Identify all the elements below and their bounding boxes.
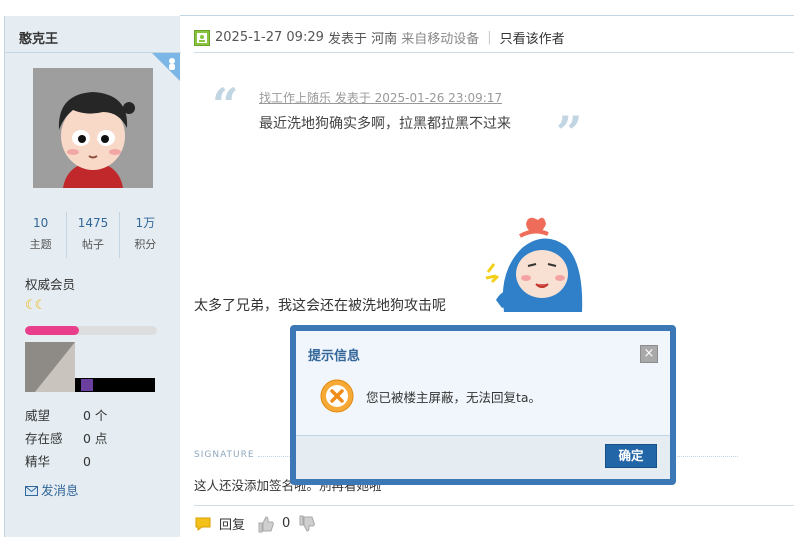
- dialog-footer: 确定: [296, 435, 670, 479]
- stat-label: 主题: [29, 238, 52, 251]
- prop-value: 0: [83, 454, 91, 469]
- post-author-icon: [194, 29, 210, 46]
- quote-open-icon: “: [212, 78, 239, 132]
- forum-post-page: 憨克王 10 主题 1475 帖子 1万 积分 权威会员 ☾☾ 威望 0 个 存…: [0, 0, 794, 537]
- author-only-link[interactable]: 只看该作者: [500, 28, 565, 47]
- stat-label: 帖子: [81, 238, 104, 251]
- level-moon-icon: ☾☾: [25, 298, 46, 313]
- post-actions: 回复 0: [194, 514, 316, 533]
- dialog-message: 您已被楼主屏蔽，无法回复ta。: [366, 390, 542, 405]
- avatar[interactable]: [33, 68, 153, 188]
- reply-icon: [195, 517, 211, 531]
- posted-at-label: 发表于: [328, 32, 368, 47]
- medal-icon: [81, 379, 93, 391]
- post-location: 河南: [371, 32, 398, 47]
- info-dialog: 提示信息 × 您已被楼主屏蔽，无法回复ta。 确定: [290, 325, 676, 485]
- stat-value: 10: [33, 216, 49, 230]
- avatar-image: [33, 68, 153, 188]
- online-status-icon: [152, 53, 180, 81]
- author-sidebar: 憨克王 10 主题 1475 帖子 1万 积分 权威会员 ☾☾ 威望 0 个 存…: [4, 16, 181, 537]
- medal-strip[interactable]: [75, 378, 155, 392]
- dialog-title: 提示信息: [308, 349, 361, 364]
- like-count: 0: [282, 516, 291, 531]
- prop-key: 威望: [25, 408, 51, 423]
- divider: [194, 505, 794, 506]
- prop-key: 精华: [25, 454, 51, 469]
- quote-source-link[interactable]: 找工作上随乐 发表于 2025-01-26 23:09:17: [259, 89, 502, 106]
- user-group[interactable]: 权威会员: [25, 274, 75, 293]
- quote-text: 最近洗地狗确实多啊，拉黑都拉黑不过来: [259, 116, 511, 132]
- prop-row: 存在感 0 点: [25, 427, 107, 450]
- from-mobile-link[interactable]: 来自移动设备: [401, 28, 479, 47]
- medal-image[interactable]: [25, 342, 75, 392]
- stat-posts[interactable]: 1475 帖子: [67, 212, 120, 258]
- divider: [194, 52, 794, 53]
- reply-button[interactable]: 回复: [219, 514, 245, 533]
- sticker-image: [485, 217, 583, 312]
- thumbs-up-icon[interactable]: [257, 515, 275, 533]
- post-message: 太多了兄弟，我这会还在被洗地狗攻击呢: [194, 298, 446, 314]
- prop-row: 精华 0: [25, 450, 107, 473]
- post-header: 2025-1-27 09:29 发表于 河南 来自移动设备 | 只看该作者: [194, 28, 565, 47]
- level-progress-fill: [25, 326, 80, 335]
- stat-label: 积分: [134, 238, 157, 251]
- medal-graphic: [25, 342, 75, 392]
- prop-value: 0 点: [83, 431, 108, 446]
- close-icon[interactable]: ×: [640, 345, 658, 363]
- prop-key: 存在感: [25, 431, 63, 446]
- divider: [180, 15, 794, 16]
- confirm-button[interactable]: 确定: [605, 444, 657, 468]
- prop-row: 威望 0 个: [25, 404, 107, 427]
- header-separator: |: [487, 30, 492, 45]
- author-stats: 10 主题 1475 帖子 1万 积分: [15, 212, 171, 258]
- stat-credits[interactable]: 1万 积分: [120, 212, 171, 258]
- prop-value: 0 个: [83, 408, 108, 423]
- signature-label: SIGNATURE: [194, 450, 255, 460]
- envelope-icon: [25, 486, 38, 496]
- error-icon: [320, 379, 354, 413]
- post-date: 2025-1-27 09:29: [215, 30, 324, 45]
- stat-value: 1475: [77, 216, 109, 230]
- send-message-label: 发消息: [41, 483, 79, 498]
- quote-close-icon: ”: [556, 106, 583, 160]
- author-name[interactable]: 憨克王: [19, 28, 58, 47]
- stat-value: 1万: [135, 216, 156, 230]
- author-properties: 威望 0 个 存在感 0 点 精华 0: [25, 404, 107, 473]
- send-message-link[interactable]: 发消息: [25, 480, 79, 499]
- level-progress-bar: [25, 326, 157, 335]
- stat-topics[interactable]: 10 主题: [15, 212, 68, 258]
- thumbs-down-icon[interactable]: [298, 515, 316, 533]
